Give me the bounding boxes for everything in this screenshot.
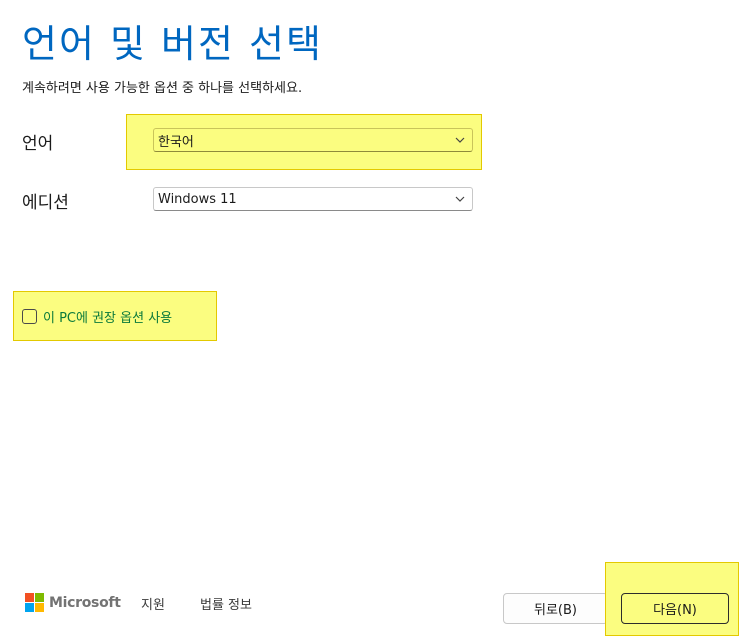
language-select-value: 한국어 xyxy=(158,134,194,150)
recommended-options-checkbox[interactable] xyxy=(22,309,37,324)
recommended-options-label[interactable]: 이 PC에 권장 옵션 사용 xyxy=(43,307,172,326)
chevron-down-icon xyxy=(451,131,469,149)
microsoft-logo-icon xyxy=(25,593,44,612)
page-subtitle: 계속하려면 사용 가능한 옵션 중 하나를 선택하세요. xyxy=(22,81,303,96)
microsoft-logo: Microsoft xyxy=(25,593,121,612)
back-button[interactable]: 뒤로(B) xyxy=(503,593,608,624)
recommended-options-row[interactable]: 이 PC에 권장 옵션 사용 xyxy=(22,307,172,326)
setup-window: 언어 및 버전 선택 계속하려면 사용 가능한 옵션 중 하나를 선택하세요. … xyxy=(0,0,748,639)
edition-label: 에디션 xyxy=(22,193,69,213)
next-button[interactable]: 다음(N) xyxy=(621,593,729,624)
language-select[interactable]: 한국어 xyxy=(153,128,473,152)
edition-select[interactable]: Windows 11 xyxy=(153,187,473,211)
chevron-down-icon xyxy=(451,190,469,208)
language-label: 언어 xyxy=(22,134,54,154)
microsoft-brand-text: Microsoft xyxy=(49,594,121,611)
legal-link[interactable]: 법률 정보 xyxy=(200,594,252,613)
support-link[interactable]: 지원 xyxy=(141,594,165,613)
edition-select-value: Windows 11 xyxy=(158,191,237,207)
page-title: 언어 및 버전 선택 xyxy=(22,22,323,66)
